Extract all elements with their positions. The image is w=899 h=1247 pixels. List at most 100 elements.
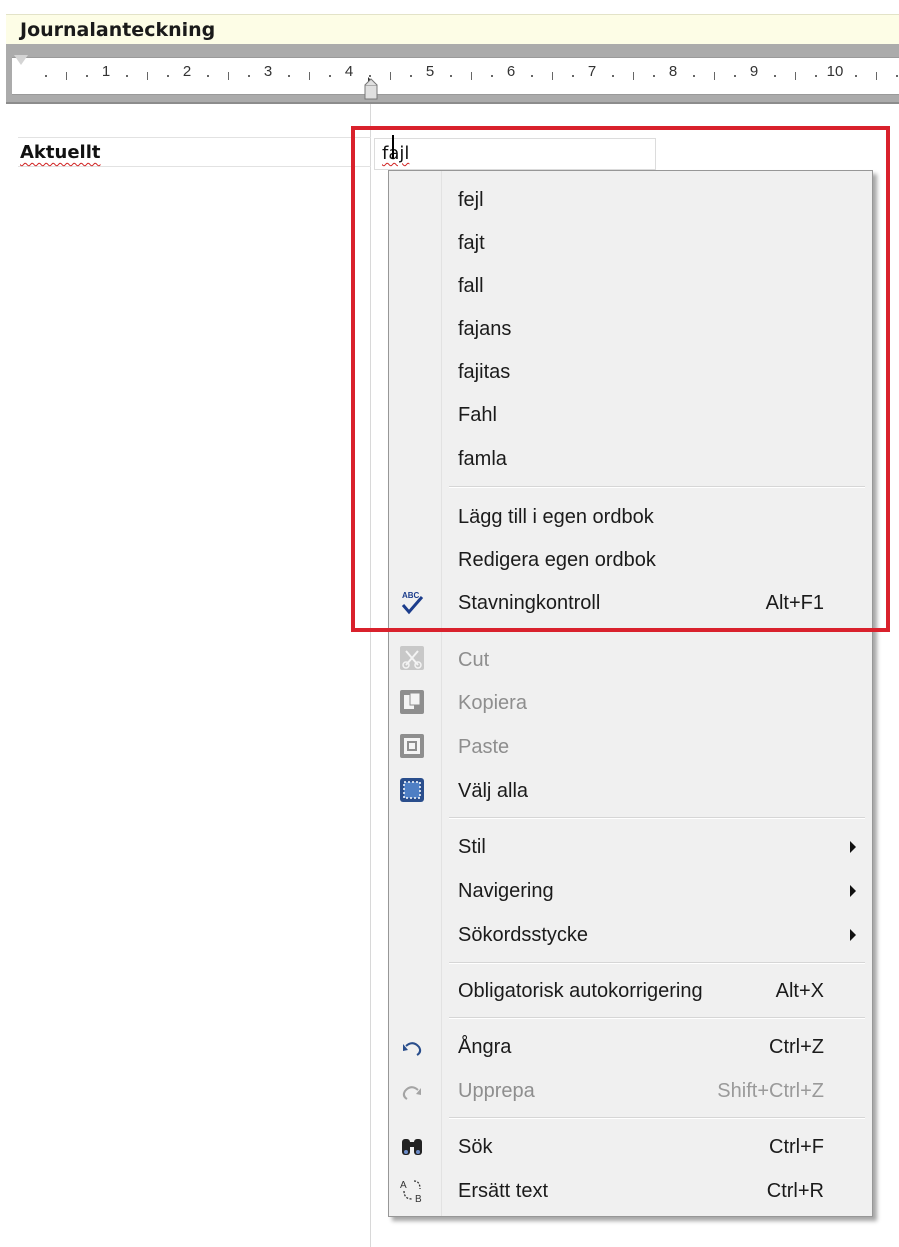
ruler-dot [693, 75, 696, 77]
chevron-right-icon [850, 841, 856, 853]
ruler-dot [531, 75, 534, 77]
ruler-tick [65, 72, 67, 80]
text-caret [392, 135, 394, 159]
ruler-tick [389, 72, 391, 80]
menu-separator [449, 1017, 865, 1019]
ruler-number: 7 [587, 63, 597, 80]
context-menu: fejl fajt fall fajans fajitas Fahl famla… [388, 170, 873, 1217]
field-label-aktuellt: Aktuellt [20, 142, 101, 163]
menu-separator [449, 817, 865, 819]
svg-text:A: A [400, 1180, 407, 1191]
suggestion-fall[interactable]: fall [458, 275, 484, 298]
keyword-submenu[interactable]: Sökordsstycke [458, 924, 588, 947]
menu-separator [449, 629, 865, 631]
ruler-dot [814, 75, 817, 77]
select-all-icon [400, 778, 424, 802]
ruler-tick [551, 72, 553, 80]
column-divider [370, 104, 371, 1247]
ruler-number: 4 [344, 63, 354, 80]
replace-item[interactable]: Ersätt text [458, 1180, 548, 1203]
abc-check-icon: ABC [401, 591, 424, 615]
misspelled-word[interactable]: fajl [382, 143, 409, 164]
undo-shortcut: Ctrl+Z [769, 1036, 824, 1058]
redo-item[interactable]: Upprepa [458, 1080, 535, 1103]
suggestion-fajans[interactable]: fajans [458, 318, 511, 341]
ruler-number: 1 [101, 63, 111, 80]
suggestion-famla[interactable]: famla [458, 448, 507, 471]
window-title: Journalanteckning [6, 14, 899, 44]
scissors-icon [400, 646, 424, 670]
paste-item[interactable]: Paste [458, 736, 509, 759]
ruler-dot [571, 75, 574, 77]
find-shortcut: Ctrl+F [769, 1136, 824, 1158]
ruler-tick [470, 72, 472, 80]
ruler-number: 9 [749, 63, 759, 80]
redo-icon [402, 1086, 421, 1100]
ruler-tick [308, 72, 310, 80]
ruler-dot [288, 75, 291, 77]
paste-icon [400, 734, 424, 758]
menu-separator [449, 962, 865, 964]
ruler-dot [490, 75, 493, 77]
undo-icon [403, 1042, 422, 1056]
left-indent-marker[interactable] [14, 55, 28, 65]
ruler-dot [733, 75, 736, 77]
ruler-number: 5 [425, 63, 435, 80]
tab-stop-marker[interactable] [364, 63, 378, 101]
chevron-right-icon [850, 885, 856, 897]
ruler-dot [450, 75, 453, 77]
cut-item[interactable]: Cut [458, 649, 489, 672]
ruler-number: 3 [263, 63, 273, 80]
ruler-number: 8 [668, 63, 678, 80]
ruler-dot [328, 75, 331, 77]
ruler-dot [207, 75, 210, 77]
ruler-tick [713, 72, 715, 80]
menu-separator [449, 1117, 865, 1119]
ruler-dot [855, 75, 858, 77]
ruler-dot [126, 75, 129, 77]
edit-dictionary-item[interactable]: Redigera egen ordbok [458, 549, 656, 572]
spellcheck-item[interactable]: Stavningkontroll [458, 592, 600, 615]
style-submenu[interactable]: Stil [458, 836, 486, 859]
replace-shortcut: Ctrl+R [766, 1180, 824, 1202]
suggestion-fahl[interactable]: Fahl [458, 404, 497, 427]
svg-text:B: B [415, 1194, 422, 1203]
ruler-dot [652, 75, 655, 77]
ruler-number: 10 [826, 63, 844, 80]
text-input-box[interactable] [374, 138, 656, 170]
ruler-number: 6 [506, 63, 516, 80]
chevron-right-icon [850, 929, 856, 941]
ruler-dot [409, 75, 412, 77]
redo-shortcut: Shift+Ctrl+Z [717, 1080, 824, 1102]
undo-item[interactable]: Ångra [458, 1036, 511, 1059]
copy-item[interactable]: Kopiera [458, 692, 527, 715]
svg-text:ABC: ABC [402, 591, 420, 600]
suggestion-fajitas[interactable]: fajitas [458, 361, 510, 384]
ruler-dot [45, 75, 48, 77]
ruler-dot [612, 75, 615, 77]
find-item[interactable]: Sök [458, 1136, 492, 1159]
ruler-tick [632, 72, 634, 80]
add-to-dictionary-item[interactable]: Lägg till i egen ordbok [458, 506, 654, 529]
replace-icon: A B [400, 1180, 422, 1203]
ruler-strip[interactable] [12, 57, 899, 95]
select-all-item[interactable]: Välj alla [458, 780, 528, 803]
ruler-number: 2 [182, 63, 192, 80]
ruler-dot [166, 75, 169, 77]
ruler-tick [875, 72, 877, 80]
suggestion-fajt[interactable]: fajt [458, 232, 485, 255]
copy-icon [400, 690, 424, 714]
suggestion-fejl[interactable]: fejl [458, 189, 484, 212]
ruler-dot [247, 75, 250, 77]
spellcheck-shortcut: Alt+F1 [765, 592, 824, 614]
ruler-dot [774, 75, 777, 77]
autocorrect-item[interactable]: Obligatorisk autokorrigering [458, 980, 703, 1003]
navigation-submenu[interactable]: Navigering [458, 880, 554, 903]
menu-separator [449, 486, 865, 488]
ruler-tick [794, 72, 796, 80]
ruler-dot [895, 75, 898, 77]
ruler-tick [146, 72, 148, 80]
autocorrect-shortcut: Alt+X [775, 980, 824, 1002]
binoculars-icon [402, 1139, 422, 1155]
ruler-tick [227, 72, 229, 80]
